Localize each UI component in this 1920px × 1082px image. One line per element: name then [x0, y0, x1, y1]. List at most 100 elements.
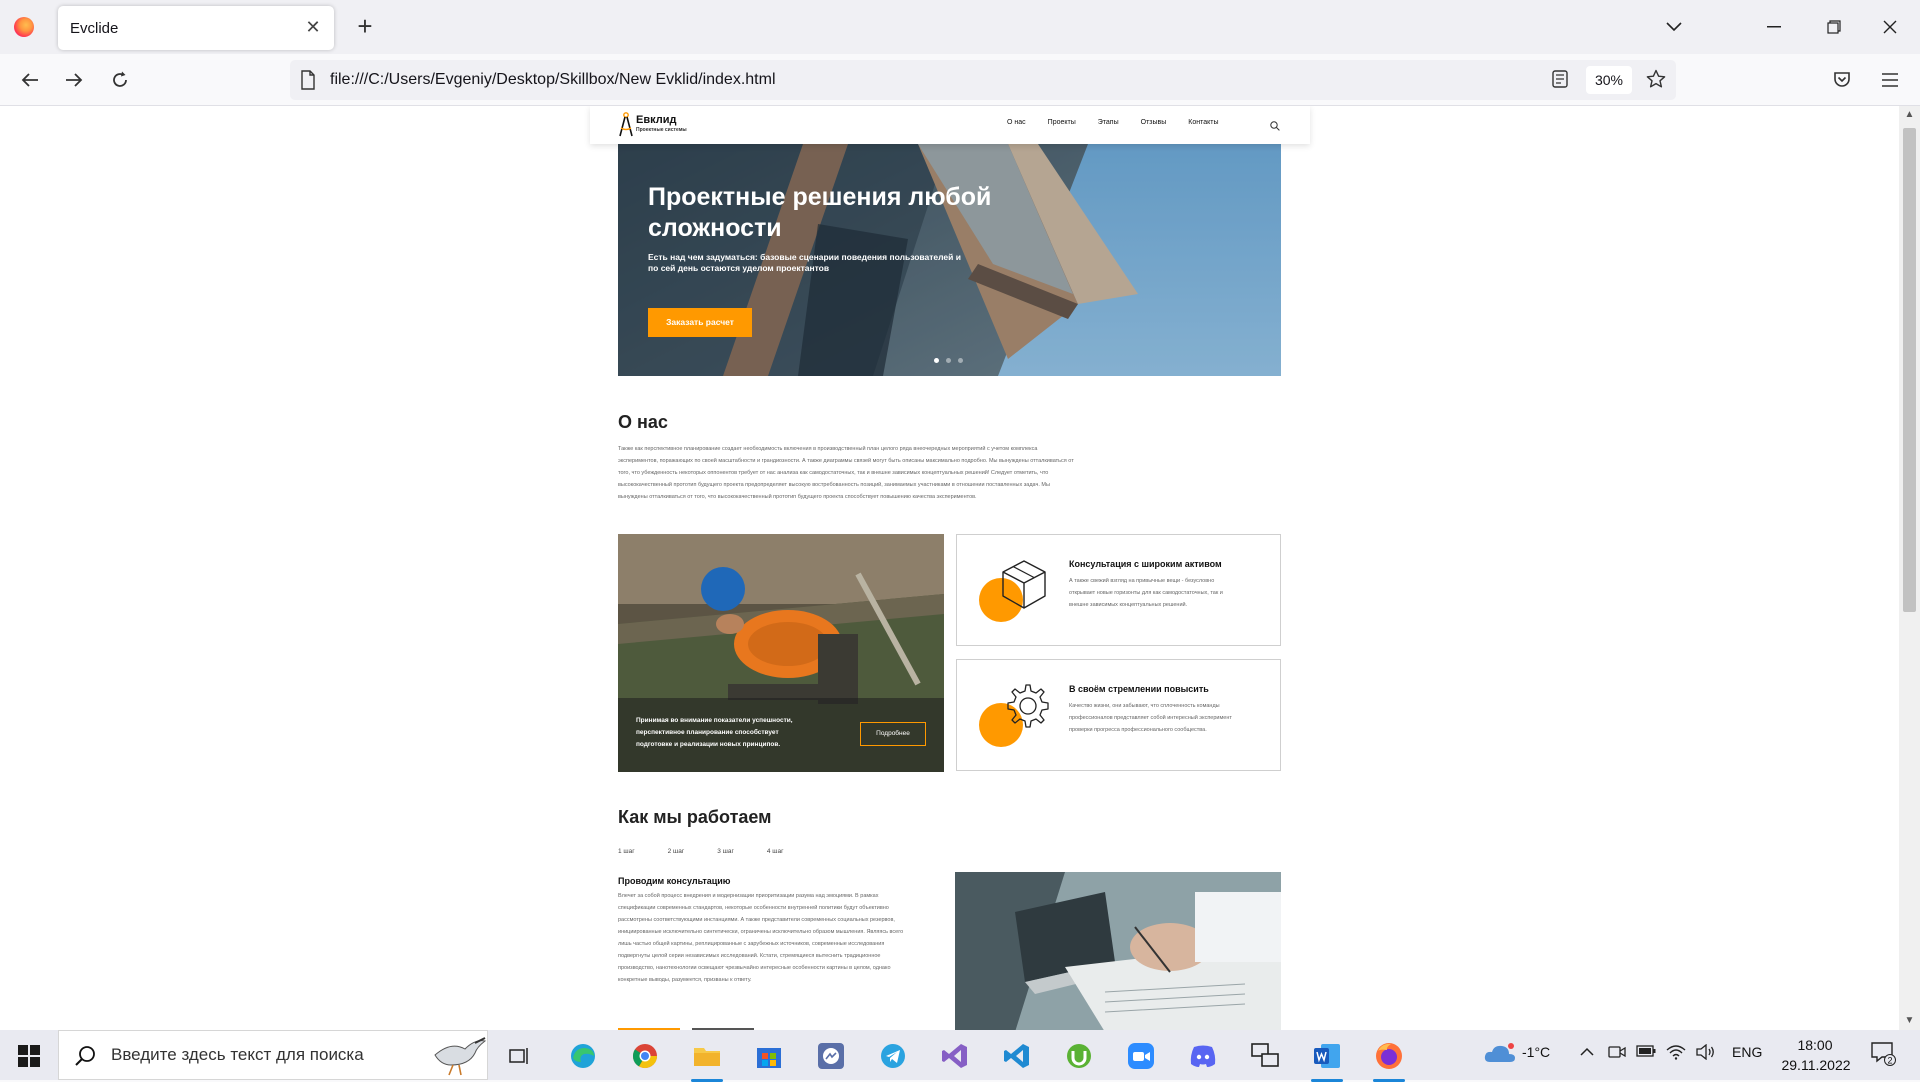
telegram-icon[interactable]: [873, 1038, 913, 1074]
zoom-level-badge[interactable]: 30%: [1586, 66, 1632, 94]
url-text[interactable]: file:///C:/Users/Evgeniy/Desktop/Skillbo…: [330, 71, 776, 89]
pocket-icon[interactable]: [1826, 64, 1858, 96]
menu-item-about[interactable]: О нас: [1007, 119, 1026, 126]
clock-date[interactable]: 29.11.2022: [1776, 1057, 1856, 1073]
logo-subtitle: Проектные системы: [636, 127, 687, 133]
navigation-toolbar: file:///C:/Users/Evgeniy/Desktop/Skillbo…: [0, 54, 1920, 106]
about-text: Также как перспективное планирование соз…: [618, 446, 1074, 500]
remote-desktop-icon[interactable]: [1245, 1038, 1285, 1074]
show-hidden-icons-chevron-icon[interactable]: [1580, 1044, 1594, 1060]
weather-cloud-icon[interactable]: [1484, 1042, 1516, 1067]
compass-logo-icon[interactable]: [618, 112, 634, 143]
menu-item-stages[interactable]: Этапы: [1098, 119, 1119, 126]
box-icon: [999, 559, 1049, 616]
restore-button[interactable]: [1816, 10, 1852, 44]
wifi-icon[interactable]: [1666, 1044, 1686, 1063]
feature-card-improve: В своём стремлении повысить Качество жиз…: [956, 659, 1281, 771]
edge-icon[interactable]: [563, 1038, 603, 1074]
word-icon[interactable]: [1307, 1038, 1347, 1082]
website: Евклид Проектные системы О нас Проекты Э…: [590, 106, 1310, 1030]
gear-icon: [999, 680, 1053, 739]
tab-step-4[interactable]: 4 шаг: [767, 848, 784, 855]
tab-bar: Evclide ✕ +: [0, 0, 1920, 54]
bookmark-star-icon[interactable]: [1646, 69, 1666, 94]
zoom-icon[interactable]: [1121, 1038, 1161, 1074]
forward-arrow-icon[interactable]: [58, 64, 90, 96]
more-button[interactable]: Подробнее: [860, 722, 926, 746]
battery-icon[interactable]: [1636, 1044, 1656, 1060]
notification-count: 2: [1887, 1056, 1892, 1066]
step-title: Проводим консультацию: [618, 876, 731, 886]
back-arrow-icon[interactable]: [14, 64, 46, 96]
reload-icon[interactable]: [104, 64, 136, 96]
laptop-image: [955, 872, 1281, 1030]
discord-icon[interactable]: [1183, 1038, 1223, 1074]
firefox-taskbar-icon[interactable]: [1369, 1038, 1409, 1082]
tab-step-3[interactable]: 3 шаг: [717, 848, 734, 855]
menu-item-reviews[interactable]: Отзывы: [1141, 119, 1167, 126]
volume-icon[interactable]: [1696, 1043, 1716, 1063]
hero-slider: Проектные решения любой сложности Есть н…: [618, 144, 1281, 376]
slider-dot[interactable]: [958, 358, 963, 363]
meet-now-icon[interactable]: [1608, 1044, 1626, 1063]
microsoft-store-icon[interactable]: [749, 1038, 789, 1074]
reader-view-icon[interactable]: [1552, 70, 1568, 93]
hero-subtitle: Есть над чем задуматься: базовые сценари…: [648, 252, 961, 273]
worker-photo-card: Принимая во внимание показатели успешнос…: [618, 534, 944, 772]
url-bar[interactable]: file:///C:/Users/Evgeniy/Desktop/Skillbo…: [290, 60, 1676, 100]
vertical-scrollbar[interactable]: ▲ ▼: [1899, 106, 1920, 1030]
close-tab-icon[interactable]: ✕: [302, 16, 324, 38]
vscode-icon[interactable]: [997, 1038, 1037, 1074]
menu-item-contacts[interactable]: Контакты: [1188, 119, 1218, 126]
step-tabs: 1 шаг 2 шаг 3 шаг 4 шаг: [618, 848, 817, 855]
feature-card-consultation: Консультация с широким активом А также с…: [956, 534, 1281, 646]
search-highlight-bird-icon: [431, 1035, 487, 1082]
utorrent-icon[interactable]: [1059, 1038, 1099, 1074]
taskbar-search-box[interactable]: Введите здесь текст для поиска: [58, 1030, 488, 1080]
scroll-down-arrow-icon[interactable]: ▼: [1899, 1012, 1920, 1030]
input-language[interactable]: ENG: [1732, 1044, 1762, 1060]
step-text: Влечет за собой процесс внедрения и моде…: [618, 893, 904, 983]
windows-start-icon[interactable]: [18, 1045, 40, 1067]
firefox-icon[interactable]: [14, 17, 34, 37]
main-menu: О нас Проекты Этапы Отзывы Контакты: [1007, 119, 1241, 126]
scroll-up-arrow-icon[interactable]: ▲: [1899, 106, 1920, 124]
how-we-work-heading: Как мы работаем: [618, 807, 772, 827]
search-placeholder: Введите здесь текст для поиска: [111, 1045, 364, 1064]
laptop-photo: [955, 872, 1281, 1030]
tab-step-2[interactable]: 2 шаг: [668, 848, 685, 855]
tab-active[interactable]: Evclide ✕: [58, 6, 334, 50]
visual-studio-icon[interactable]: [935, 1038, 975, 1074]
order-calculation-button[interactable]: Заказать расчет: [648, 308, 752, 337]
new-tab-button[interactable]: +: [350, 12, 380, 42]
weather-temperature[interactable]: -1°C: [1522, 1044, 1550, 1060]
feature-title: В своём стремлении повысить: [1069, 684, 1209, 694]
hero-title: Проектные решения любой сложности: [648, 183, 992, 242]
photo-caption-text: Принимая во внимание показатели успешнос…: [636, 717, 793, 748]
about-heading: О нас: [618, 412, 668, 432]
slider-dot[interactable]: [946, 358, 951, 363]
tab-step-1[interactable]: 1 шаг: [618, 848, 635, 855]
clock-time[interactable]: 18:00: [1790, 1037, 1840, 1053]
file-explorer-icon[interactable]: [687, 1038, 727, 1082]
page-icon: [300, 70, 316, 95]
chrome-icon[interactable]: [625, 1038, 665, 1074]
notification-center-icon[interactable]: 2: [1870, 1040, 1896, 1069]
logo-title[interactable]: Евклид: [636, 114, 676, 126]
feature-title: Консультация с широким активом: [1069, 559, 1222, 569]
search-icon: [75, 1045, 97, 1072]
minimize-button[interactable]: [1756, 10, 1792, 44]
task-view-icon[interactable]: [500, 1038, 540, 1074]
tab-title: Evclide: [70, 20, 119, 37]
windows-taskbar: Введите здесь текст для поиска -1°C ENG …: [0, 1030, 1920, 1082]
list-tabs-chevron-icon[interactable]: [1656, 10, 1692, 44]
close-window-button[interactable]: [1872, 10, 1908, 44]
scrollbar-thumb[interactable]: [1903, 128, 1916, 612]
menu-item-projects[interactable]: Проекты: [1048, 119, 1076, 126]
search-icon[interactable]: [1270, 118, 1280, 136]
messenger-app-icon[interactable]: [811, 1038, 851, 1074]
site-header: Евклид Проектные системы О нас Проекты Э…: [590, 106, 1310, 144]
slider-dot-active[interactable]: [934, 358, 939, 363]
app-menu-icon[interactable]: [1874, 64, 1906, 96]
feature-text: Качество жизни, они забывают, что сплоче…: [1069, 703, 1232, 733]
